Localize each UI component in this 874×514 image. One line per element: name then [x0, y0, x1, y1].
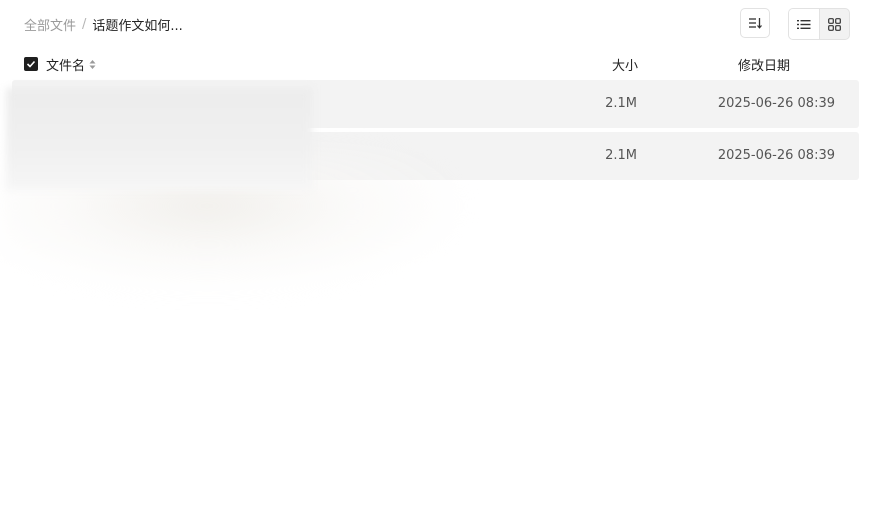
breadcrumb-separator: /: [82, 16, 87, 32]
file-size: 2.1M: [605, 148, 637, 163]
column-header-name-label: 文件名: [46, 59, 86, 74]
breadcrumb: 全部文件 / 话题作文如何...: [24, 14, 183, 34]
file-browser: 全部文件 / 话题作文如何... 文件名 大小 修改日期 2.1M 2025-0…: [0, 0, 874, 514]
sort-button[interactable]: [740, 8, 770, 38]
checkmark-icon: [26, 60, 36, 68]
column-header-date[interactable]: 修改日期: [738, 55, 790, 74]
table-header: 文件名 大小 修改日期: [0, 52, 874, 76]
file-size: 2.1M: [605, 96, 637, 111]
breadcrumb-root-link[interactable]: 全部文件: [24, 15, 76, 34]
sort-descending-icon: [748, 17, 762, 29]
select-all-checkbox[interactable]: [24, 57, 38, 71]
grid-view-icon: [827, 17, 841, 31]
file-modified-date: 2025-06-26 08:39: [717, 96, 835, 111]
sort-caret-icon: [89, 59, 96, 70]
blur-overlay: [6, 88, 312, 190]
column-header-name[interactable]: 文件名: [46, 55, 96, 74]
file-modified-date: 2025-06-26 08:39: [717, 148, 835, 163]
grid-view-button[interactable]: [820, 9, 850, 39]
view-toggle: [788, 8, 850, 40]
column-header-size[interactable]: 大小: [612, 55, 638, 74]
breadcrumb-current: 话题作文如何...: [92, 18, 183, 34]
list-view-icon: [796, 19, 811, 30]
list-view-button[interactable]: [789, 9, 820, 39]
